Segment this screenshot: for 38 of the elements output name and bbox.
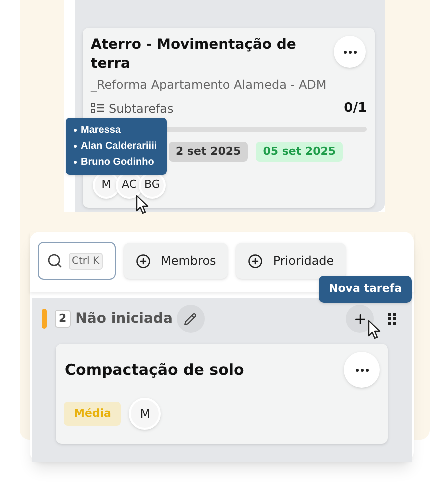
- bullet-icon: [74, 145, 77, 148]
- subtasks-count: 0/1: [344, 100, 367, 118]
- avatar[interactable]: M: [129, 398, 162, 430]
- subtasks-label: Subtarefas: [109, 100, 174, 118]
- checklist-icon: [91, 103, 104, 114]
- more-button[interactable]: [334, 36, 366, 68]
- add-circle-icon: [248, 254, 264, 268]
- priority-tag: Média: [64, 402, 122, 426]
- plus-icon: [352, 312, 368, 326]
- member-name: Alan Calderariiii: [81, 140, 158, 154]
- status-bar-marker: [42, 309, 47, 329]
- task-card[interactable]: Compactação de solo Média M: [56, 344, 388, 444]
- date-tag: 2 set 2025: [169, 142, 248, 162]
- search-icon: [47, 253, 63, 269]
- cursor-icon: [368, 320, 382, 340]
- search-field[interactable]: Ctrl K: [38, 242, 116, 280]
- filter-button[interactable]: Prioridade: [236, 243, 346, 279]
- pencil-icon: [184, 312, 198, 326]
- task-title: Compactação de solo: [65, 360, 244, 381]
- shortcut-key: Ctrl K: [69, 252, 103, 270]
- more-icon: [356, 368, 368, 372]
- column-title: Não iniciada: [76, 310, 173, 328]
- member-name: Maressa: [81, 124, 122, 138]
- filter-button[interactable]: Membros: [124, 243, 228, 279]
- edit-button[interactable]: [176, 305, 205, 333]
- task-count: 2: [55, 310, 71, 328]
- cursor-icon: [136, 195, 150, 215]
- more-icon: [344, 50, 356, 54]
- project-name: _Reforma Apartamento Alameda - ADM: [91, 77, 328, 94]
- add-task-button[interactable]: [346, 305, 374, 333]
- add-circle-icon: [136, 254, 151, 268]
- task-title: Aterro - Movimentação de terra: [91, 36, 298, 74]
- bullet-icon: [74, 161, 77, 164]
- new-task-tooltip: Nova tarefa: [319, 276, 412, 302]
- bullet-icon: [74, 129, 77, 132]
- member-name: Bruno Godinho: [81, 156, 154, 170]
- drag-handle-icon: [388, 313, 396, 325]
- date-tag: 05 set 2025: [256, 142, 344, 162]
